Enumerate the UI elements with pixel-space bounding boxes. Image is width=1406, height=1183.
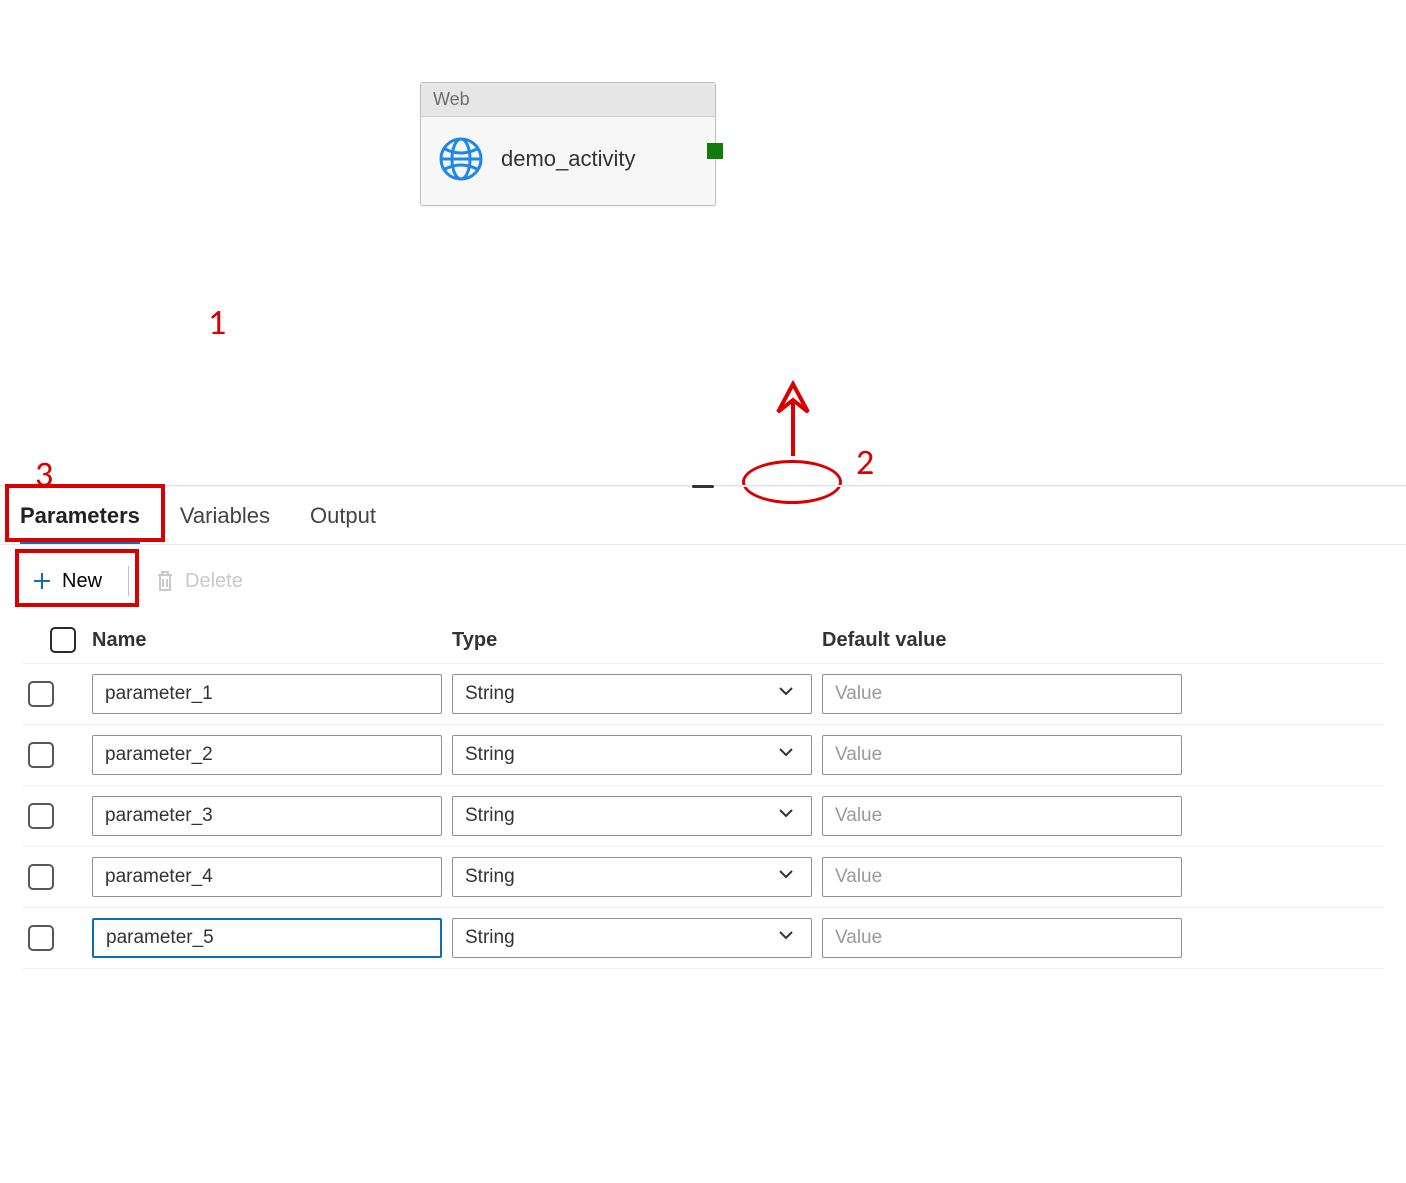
activity-node[interactable]: Web demo_activity — [420, 82, 716, 206]
chevron-down-icon — [777, 926, 795, 950]
row-checkbox[interactable] — [28, 864, 54, 890]
parameter-default-value-input[interactable] — [822, 735, 1182, 775]
parameters-toolbar: New Delete — [0, 545, 1406, 617]
delete-button: Delete — [145, 563, 253, 599]
parameter-default-value-input[interactable] — [822, 674, 1182, 714]
properties-panel: 3 Parameters Variables Output New Delete… — [0, 487, 1406, 969]
col-header-default-value: Default value — [822, 629, 1182, 652]
parameter-name-input[interactable] — [92, 796, 442, 836]
trash-icon — [155, 569, 175, 593]
parameter-type-select[interactable]: String — [452, 674, 812, 714]
parameter-type-value: String — [465, 866, 515, 888]
activity-type-label: Web — [421, 83, 715, 117]
parameter-default-value-input[interactable] — [822, 796, 1182, 836]
tab-output[interactable]: Output — [310, 503, 376, 544]
col-header-name: Name — [92, 629, 442, 652]
row-checkbox[interactable] — [28, 803, 54, 829]
table-row: String — [22, 664, 1384, 725]
tab-variables[interactable]: Variables — [180, 503, 270, 544]
table-row: String — [22, 725, 1384, 786]
activity-name: demo_activity — [501, 146, 636, 172]
parameter-name-input[interactable] — [92, 857, 442, 897]
table-row: String — [22, 847, 1384, 908]
annotation-2: 2 — [856, 440, 874, 484]
pipeline-canvas[interactable]: Web demo_activity 1 2 — [0, 0, 1406, 485]
parameter-type-select[interactable]: String — [452, 735, 812, 775]
delete-button-label: Delete — [185, 570, 243, 593]
parameter-type-value: String — [465, 805, 515, 827]
parameter-name-input[interactable] — [92, 735, 442, 775]
table-header: Name Type Default value — [22, 617, 1384, 664]
annotation-1: 1 — [208, 300, 226, 344]
col-header-type: Type — [452, 629, 812, 652]
row-checkbox[interactable] — [28, 925, 54, 951]
select-all-checkbox[interactable] — [50, 627, 76, 653]
parameter-name-input[interactable] — [92, 918, 442, 958]
parameter-name-input[interactable] — [92, 674, 442, 714]
chevron-down-icon — [777, 743, 795, 767]
table-row: String — [22, 908, 1384, 969]
chevron-down-icon — [777, 682, 795, 706]
annotation-box-new-button — [15, 549, 139, 607]
parameters-table: Name Type Default value String String Stri… — [0, 617, 1406, 969]
annotation-arrow-up — [774, 378, 812, 456]
parameter-type-value: String — [465, 683, 515, 705]
chevron-down-icon — [777, 804, 795, 828]
parameter-type-select[interactable]: String — [452, 857, 812, 897]
parameter-default-value-input[interactable] — [822, 918, 1182, 958]
parameter-default-value-input[interactable] — [822, 857, 1182, 897]
parameter-type-value: String — [465, 927, 515, 949]
table-row: String — [22, 786, 1384, 847]
row-checkbox[interactable] — [28, 681, 54, 707]
annotation-box-parameters-tab — [5, 484, 165, 542]
globe-icon — [437, 135, 485, 183]
activity-output-handle[interactable] — [707, 143, 723, 159]
chevron-down-icon — [777, 865, 795, 889]
activity-body: demo_activity — [421, 117, 715, 205]
row-checkbox[interactable] — [28, 742, 54, 768]
parameter-type-value: String — [465, 744, 515, 766]
parameter-type-select[interactable]: String — [452, 918, 812, 958]
panel-tabs: Parameters Variables Output — [0, 487, 1406, 545]
parameter-type-select[interactable]: String — [452, 796, 812, 836]
